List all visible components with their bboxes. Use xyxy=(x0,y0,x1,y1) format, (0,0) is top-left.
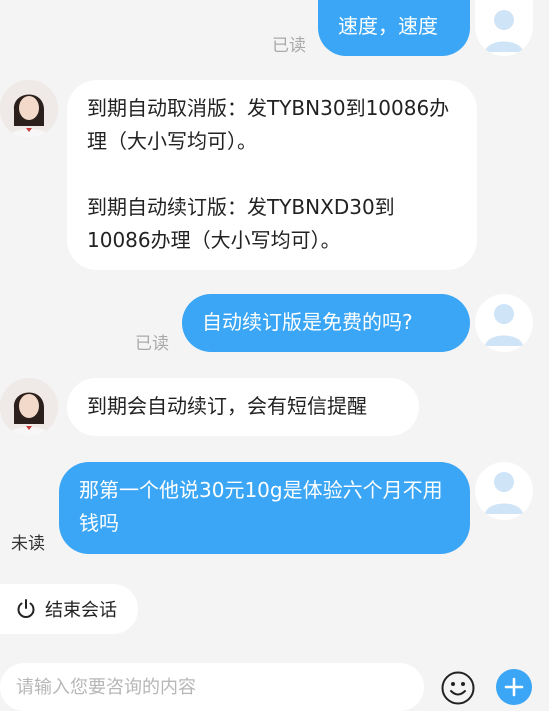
user-avatar xyxy=(475,294,533,352)
outgoing-message-bubble[interactable]: 那第一个他说30元10g是体验六个月不用钱吗 xyxy=(59,462,470,554)
outgoing-message-bubble[interactable]: 速度，速度 xyxy=(318,0,470,56)
message-text: 那第一个他说30元10g是体验六个月不用钱吗 xyxy=(79,478,443,535)
agent-avatar xyxy=(0,80,58,138)
incoming-message-bubble[interactable]: 到期会自动续订，会有短信提醒 xyxy=(67,378,419,436)
user-avatar xyxy=(475,0,533,56)
input-bar xyxy=(0,654,549,711)
message-input[interactable] xyxy=(0,663,424,711)
read-status: 未读 xyxy=(11,534,45,554)
outgoing-message-bubble[interactable]: 自动续订版是免费的吗? xyxy=(182,294,470,352)
incoming-message-bubble[interactable]: 到期自动取消版：发TYBN30到10086办理（大小写均可）。 到期自动续订版：… xyxy=(67,80,477,270)
end-session-button[interactable]: 结束会话 xyxy=(0,584,138,634)
message-paragraph: 到期自动取消版：发TYBN30到10086办理（大小写均可）。 xyxy=(87,96,450,153)
end-session-label: 结束会话 xyxy=(45,600,117,621)
user-avatar xyxy=(475,462,533,520)
message-paragraph: 到期自动续订版：发TYBNXD30到10086办理（大小写均可）。 xyxy=(87,195,395,252)
message-text: 到期会自动续订，会有短信提醒 xyxy=(87,394,367,418)
read-status: 已读 xyxy=(135,334,169,354)
message-text: 自动续订版是免费的吗? xyxy=(202,310,413,334)
power-icon xyxy=(15,598,37,620)
message-text: 速度，速度 xyxy=(338,14,438,38)
read-status: 已读 xyxy=(272,36,306,56)
emoji-icon[interactable] xyxy=(440,670,476,706)
add-button[interactable] xyxy=(496,669,532,705)
agent-avatar xyxy=(0,378,58,436)
plus-icon xyxy=(504,677,524,697)
